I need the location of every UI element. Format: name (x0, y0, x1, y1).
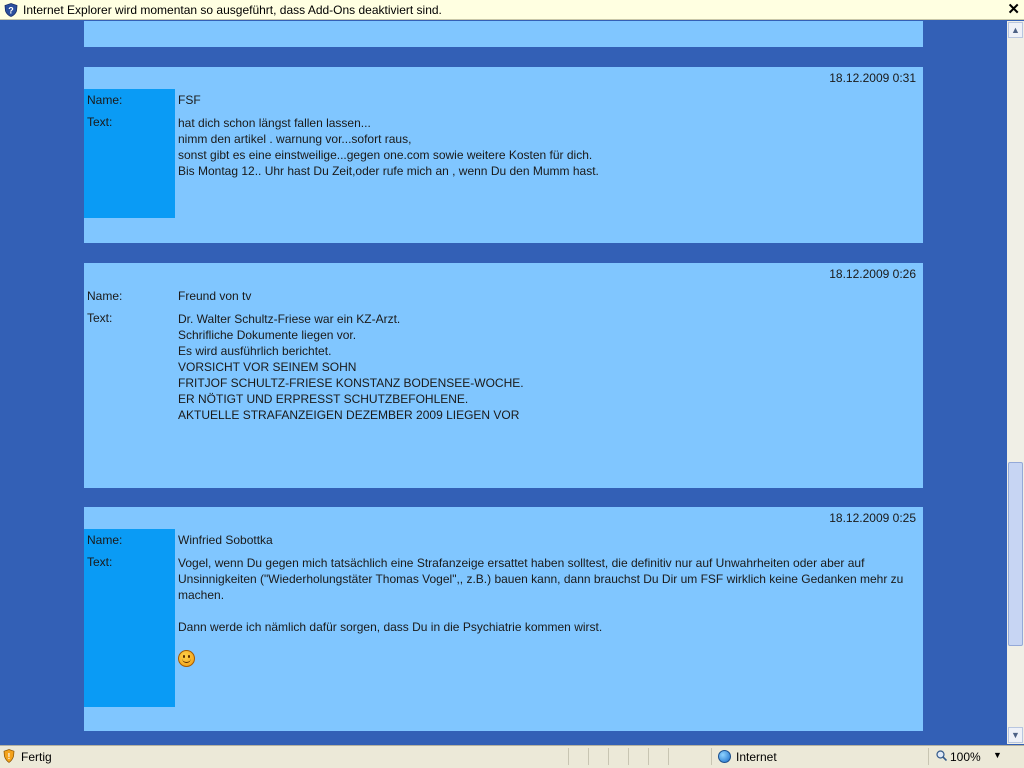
entry-name: Winfried Sobottka (178, 533, 273, 547)
vertical-scrollbar[interactable]: ▲ ▼ (1007, 21, 1024, 744)
information-bar[interactable]: ? Internet Explorer wird momentan so aus… (0, 0, 1024, 20)
guestbook-entry: 18.12.2009 0:25 Name: Winfried Sobottka … (84, 507, 923, 731)
shield-warning-icon: ! (3, 749, 15, 763)
status-divider (648, 748, 649, 765)
name-label: Name: (87, 93, 123, 107)
text-line: nimm den artikel . warnung vor...sofort … (178, 132, 412, 146)
zoom-level[interactable]: 100% (950, 750, 981, 764)
guestbook-entry-partial (84, 21, 923, 47)
entry-text: hat dich schon längst fallen lassen... n… (178, 115, 920, 179)
entry-name: FSF (178, 93, 201, 107)
scroll-up-button[interactable]: ▲ (1008, 22, 1023, 38)
infobar-message: Internet Explorer wird momentan so ausge… (23, 2, 442, 17)
globe-icon (718, 750, 731, 763)
status-bar: ! Fertig Internet 100% ▼ (0, 745, 1024, 768)
text-line: VORSICHT VOR SEINEM SOHN (178, 360, 357, 374)
text-line: sonst gibt es eine einstweilige...gegen … (178, 148, 593, 162)
text-line (178, 603, 920, 619)
magnifier-icon (936, 750, 947, 761)
text-line: FRITJOF SCHULTZ-FRIESE KONSTANZ BODENSEE… (178, 376, 524, 390)
status-divider (711, 748, 712, 765)
security-zone[interactable]: Internet (736, 750, 777, 764)
entry-text: Dr. Walter Schultz-Friese war ein KZ-Arz… (178, 311, 920, 423)
svg-text:!: ! (8, 752, 11, 761)
status-divider (588, 748, 589, 765)
status-text: Fertig (21, 750, 52, 764)
text-label: Text: (87, 115, 113, 129)
text-line: Bis Montag 12.. Uhr hast Du Zeit,oder ru… (178, 164, 599, 178)
name-label: Name: (87, 289, 123, 303)
scroll-down-button[interactable]: ▼ (1008, 727, 1023, 743)
entry-name: Freund von tv (178, 289, 252, 303)
name-label: Name: (87, 533, 123, 547)
guestbook-entry: 18.12.2009 0:31 Name: FSF Text: hat dich… (84, 67, 923, 243)
status-divider (568, 748, 569, 765)
text-line: AKTUELLE STRAFANZEIGEN DEZEMBER 2009 LIE… (178, 408, 520, 422)
text-line: Dann werde ich nämlich dafür sorgen, das… (178, 620, 603, 634)
entry-text: Vogel, wenn Du gegen mich tatsächlich ei… (178, 555, 920, 671)
text-label: Text: (87, 311, 113, 325)
arrow-up-icon: ▲ (1011, 25, 1020, 35)
text-line: hat dich schon längst fallen lassen... (178, 116, 371, 130)
scroll-thumb[interactable] (1008, 462, 1023, 646)
status-divider (608, 748, 609, 765)
label-column (84, 89, 175, 218)
page-content: 18.12.2009 0:31 Name: FSF Text: hat dich… (0, 21, 1007, 744)
shield-warning-icon: ? (4, 2, 18, 17)
entry-date: 18.12.2009 0:31 (829, 71, 916, 85)
text-line: ER NÖTIGT UND ERPRESST SCHUTZBEFOHLENE. (178, 392, 469, 406)
text-line: Vogel, wenn Du gegen mich tatsächlich ei… (178, 556, 907, 602)
status-divider (628, 748, 629, 765)
close-infobar-button[interactable]: ✕ (1007, 1, 1020, 18)
svg-text:?: ? (8, 5, 14, 15)
arrow-down-icon: ▼ (1011, 730, 1020, 740)
text-line: Schrifliche Dokumente liegen vor. (178, 328, 357, 342)
text-label: Text: (87, 555, 113, 569)
entry-date: 18.12.2009 0:25 (829, 511, 916, 525)
chevron-down-icon[interactable]: ▼ (993, 750, 1002, 760)
text-line: Es wird ausführlich berichtet. (178, 344, 332, 358)
guestbook-entry: 18.12.2009 0:26 Name: Freund von tv Text… (84, 263, 923, 488)
text-line: Dr. Walter Schultz-Friese war ein KZ-Arz… (178, 312, 401, 326)
status-divider (668, 748, 669, 765)
entry-date: 18.12.2009 0:26 (829, 267, 916, 281)
status-divider (928, 748, 929, 765)
smiley-icon (178, 650, 195, 667)
